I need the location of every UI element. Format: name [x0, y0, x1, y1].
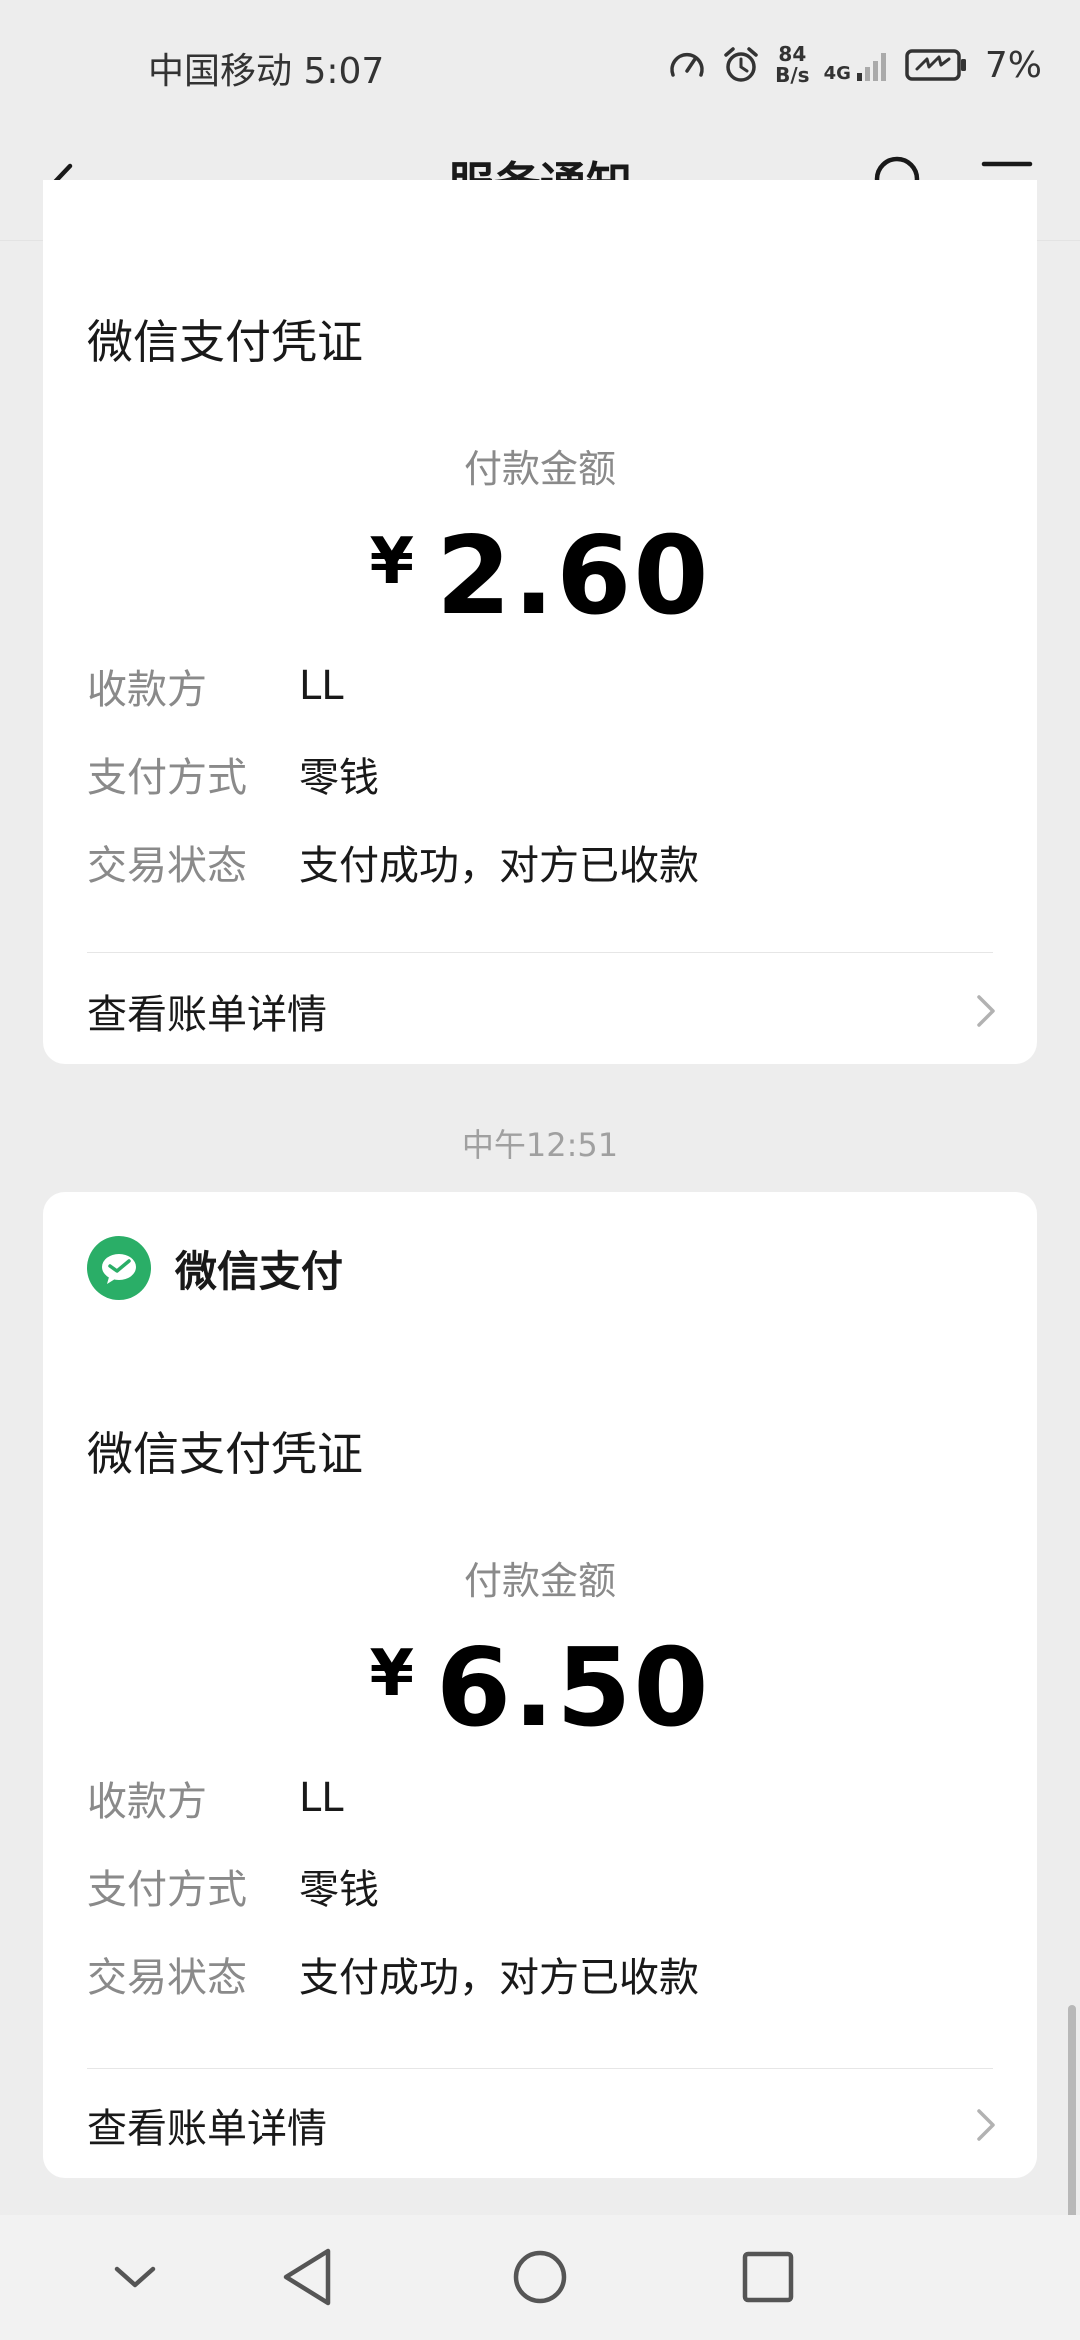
battery-saver-icon: [905, 49, 966, 81]
detail-key: 支付方式: [87, 1867, 247, 1913]
detail-value: LL: [299, 1775, 344, 1821]
amount-label: 付款金额: [463, 447, 616, 491]
detail-row-method: 支付方式 零钱: [87, 744, 379, 804]
voucher-title: 微信支付凭证: [87, 315, 363, 369]
detail-key: 收款方: [87, 667, 207, 713]
detail-value: 支付成功，对方已收款: [299, 1955, 699, 2001]
detail-key: 收款方: [87, 1779, 207, 1825]
signal-icon: [856, 53, 886, 81]
system-nav-bar: [0, 2215, 1080, 2340]
amount-value: 2.60: [436, 514, 711, 639]
app-name: 微信支付: [175, 1246, 344, 1296]
detail-row-status: 交易状态 支付成功，对方已收款: [87, 1944, 699, 2004]
alarm-icon: [724, 47, 758, 82]
currency-symbol: ¥: [369, 525, 415, 599]
net-speed-value: 84: [778, 42, 807, 66]
view-bill-details-link[interactable]: 查看账单详情: [87, 971, 1001, 1051]
detail-value: 支付成功，对方已收款: [299, 843, 699, 889]
net-speed-unit: B/s: [775, 63, 810, 87]
view-bill-details-link[interactable]: 查看账单详情: [87, 2085, 1001, 2165]
status-bar: 中国移动 5:07 84 B/s 4G 7%: [0, 0, 1080, 130]
voucher-title: 微信支付凭证: [87, 1427, 363, 1481]
view-bill-details-label: 查看账单详情: [87, 2106, 327, 2152]
recents-square-icon[interactable]: [728, 2237, 808, 2317]
chevron-right-icon: [977, 2109, 995, 2141]
carrier-time: 中国移动 5:07: [148, 51, 385, 92]
status-icons: 84 B/s 4G 7%: [667, 40, 1042, 90]
battery-percent: 7%: [984, 44, 1042, 86]
amount-value: 6.50: [436, 1626, 711, 1751]
divider: [87, 952, 993, 953]
screen: 中国移动 5:07 84 B/s 4G 7% 微信支付凭证 付款金额 ¥ 2.6…: [0, 0, 1080, 2340]
message-timestamp: 中午12:51: [461, 1126, 619, 1164]
payment-amount: ¥6.50: [43, 1626, 1037, 1751]
back-triangle-icon[interactable]: [268, 2237, 348, 2317]
currency-symbol: ¥: [369, 1637, 415, 1711]
signal-group: 4G: [824, 47, 891, 83]
detail-row-status: 交易状态 支付成功，对方已收款: [87, 832, 699, 892]
detail-value: LL: [299, 663, 344, 709]
network-speed: 84 B/s: [775, 44, 809, 86]
detail-row-payee: 收款方 LL: [87, 1768, 344, 1828]
app-header[interactable]: 微信支付: [87, 1236, 343, 1300]
divider: [87, 2068, 993, 2069]
detail-value: 零钱: [299, 1867, 379, 1913]
detail-value: 零钱: [299, 755, 379, 801]
home-circle-icon[interactable]: [500, 2237, 580, 2317]
payment-amount: ¥2.60: [43, 514, 1037, 639]
scrollbar[interactable]: [1068, 2005, 1076, 2220]
payment-voucher-card[interactable]: 微信支付凭证 付款金额 ¥2.60 收款方 LL 支付方式 零钱 交易状态 支付…: [43, 180, 1037, 1064]
network-type: 4G: [823, 63, 851, 84]
detail-row-method: 支付方式 零钱: [87, 1856, 379, 1916]
amount-label: 付款金额: [463, 1559, 616, 1603]
detail-key: 交易状态: [87, 1955, 247, 2001]
chevron-right-icon: [977, 995, 995, 1027]
view-bill-details-label: 查看账单详情: [87, 992, 327, 1038]
detail-key: 交易状态: [87, 843, 247, 889]
speed-gauge-icon: [670, 52, 704, 77]
wechat-pay-logo-icon: [87, 1236, 151, 1300]
detail-key: 支付方式: [87, 755, 247, 801]
payment-voucher-card[interactable]: 微信支付 微信支付凭证 付款金额 ¥6.50 收款方 LL 支付方式 零钱 交易…: [43, 1192, 1037, 2178]
detail-row-payee: 收款方 LL: [87, 656, 344, 716]
chevron-down-icon[interactable]: [95, 2237, 175, 2317]
